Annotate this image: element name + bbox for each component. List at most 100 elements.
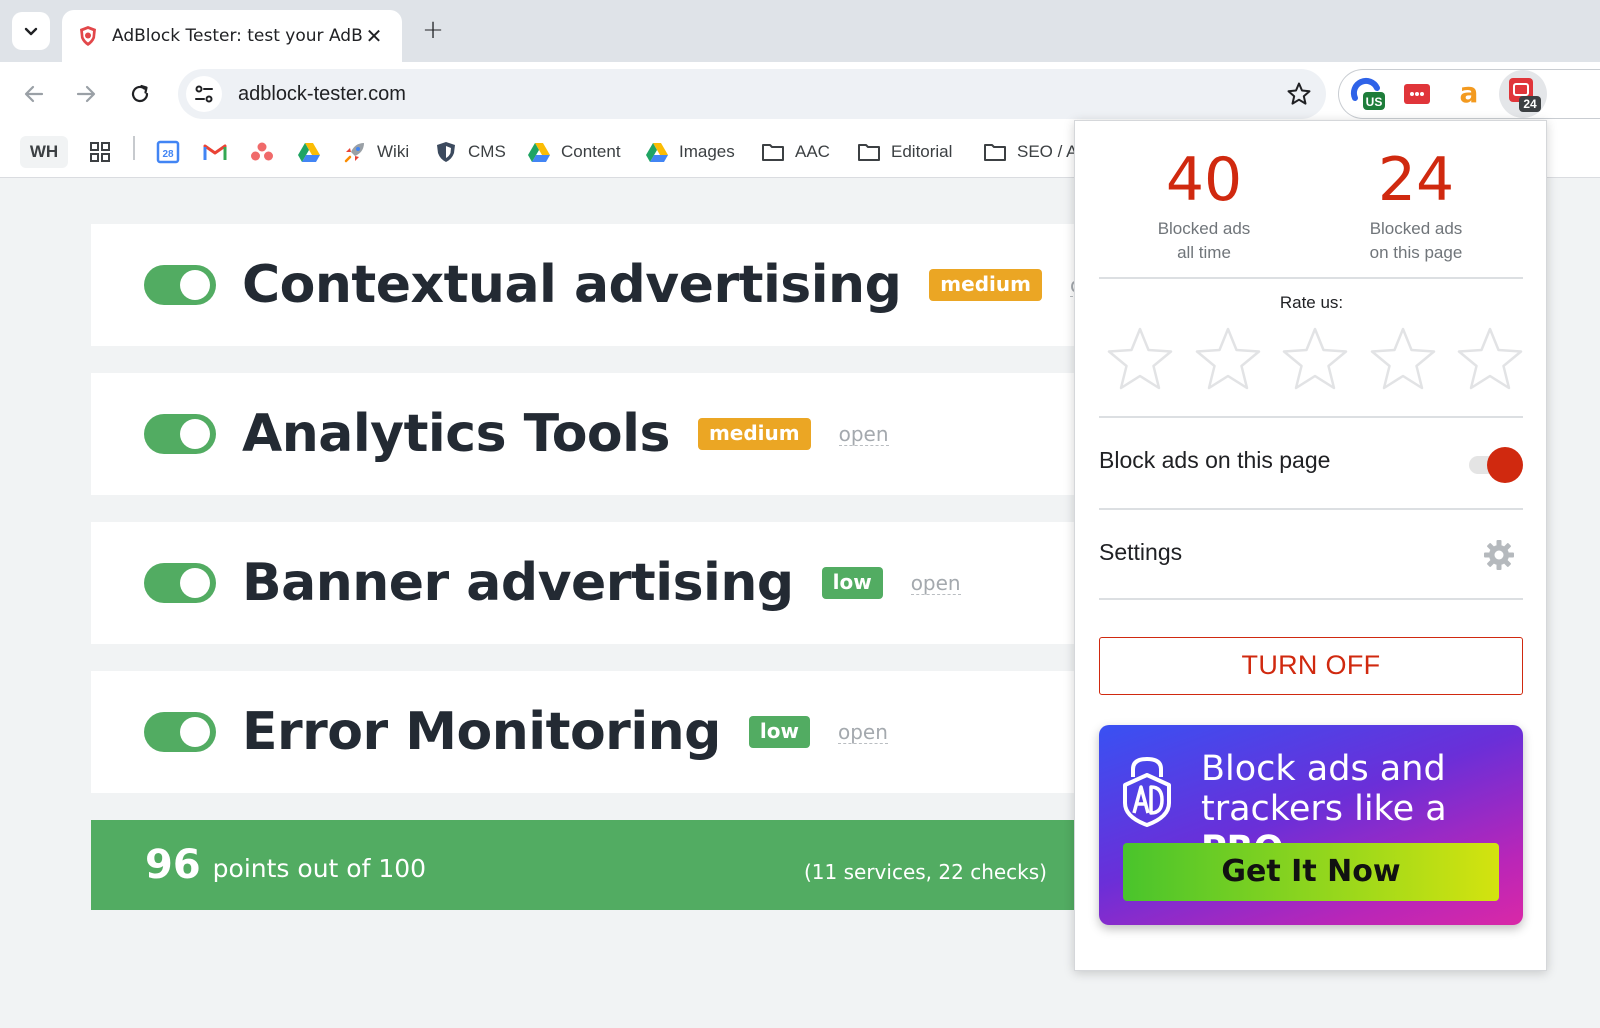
reload-icon [131, 84, 149, 103]
service-title: Banner advertising [242, 553, 794, 613]
folder-icon [983, 140, 1007, 164]
divider [1099, 598, 1523, 600]
gear-icon[interactable] [1483, 539, 1515, 571]
browser-toolbar: adblock-tester.com US a 24 [0, 62, 1600, 126]
bookmark-cms[interactable]: CMS [434, 136, 506, 168]
get-it-now-button[interactable]: Get It Now [1123, 843, 1499, 901]
rate-label: Rate us: [1279, 293, 1344, 312]
stat-value: 24 [1377, 145, 1455, 215]
score-bar: 96 points out of 100 (11 services, 22 ch… [91, 820, 1131, 910]
rocket-icon [343, 140, 367, 164]
open-link[interactable]: open [837, 721, 888, 744]
score-points: 96 [145, 842, 201, 888]
address-bar[interactable]: adblock-tester.com [178, 69, 1326, 119]
bookmark-content[interactable]: Content [527, 136, 621, 168]
forward-button[interactable] [68, 76, 104, 112]
stat-label: all time [1177, 243, 1231, 262]
tune-icon [195, 85, 213, 103]
open-link[interactable]: open [838, 423, 889, 446]
vpn-extension-icon[interactable]: US [1349, 76, 1385, 112]
amazon-extension-icon[interactable]: a [1451, 76, 1487, 112]
arrow-left-icon [24, 85, 44, 103]
bookmark-seo[interactable]: SEO / A [983, 136, 1077, 168]
service-card: Analytics Tools medium open [91, 373, 1131, 495]
pro-promo-banner: Block ads and trackers like a PRO Get It… [1099, 725, 1523, 925]
divider [1099, 508, 1523, 510]
gmail-icon [203, 140, 227, 164]
active-tab[interactable]: AdBlock Tester: test your AdBlocker ✕ [62, 10, 402, 62]
bookmark-star-icon[interactable] [1286, 81, 1312, 111]
divider [1099, 277, 1523, 279]
stat-all-time: 40 Blocked ads all time [1114, 149, 1294, 265]
star-icon[interactable] [1193, 325, 1263, 395]
bookmarks-separator [133, 136, 135, 160]
adblock-popup: 40 Blocked ads all time 24 Blocked ads o… [1074, 120, 1547, 971]
bookmark-label: Wiki [377, 142, 410, 161]
vpn-badge: US [1366, 95, 1383, 109]
stat-this-page: 24 Blocked ads on this page [1326, 149, 1506, 265]
level-badge: low [748, 716, 810, 748]
stat-label: Blocked ads [1369, 219, 1463, 238]
tab-strip: AdBlock Tester: test your AdBlocker ✕ + [0, 0, 1600, 62]
bookmark-label: Editorial [891, 142, 953, 161]
settings-label[interactable]: Settings [1099, 539, 1182, 566]
service-card: Banner advertising low open [91, 522, 1131, 644]
arrow-right-icon [76, 85, 96, 103]
drive-icon [527, 140, 551, 164]
url-text[interactable]: adblock-tester.com [238, 83, 406, 106]
star-icon[interactable] [1105, 325, 1175, 395]
service-toggle[interactable] [144, 265, 216, 305]
chevron-down-icon [24, 27, 38, 36]
reload-button[interactable] [122, 76, 158, 112]
bookmark-wiki[interactable]: Wiki [343, 136, 409, 168]
bookmark-images[interactable]: Images [645, 136, 735, 168]
turn-off-button[interactable]: TURN OFF [1099, 637, 1523, 695]
bookmark-asana[interactable] [250, 136, 284, 168]
star-icon[interactable] [1368, 325, 1438, 395]
service-title: Analytics Tools [242, 404, 670, 464]
block-ads-toggle[interactable] [1469, 447, 1523, 483]
rating-stars [1105, 325, 1525, 395]
site-info-button[interactable] [186, 76, 222, 112]
service-card: Contextual advertising medium open [91, 224, 1131, 346]
tab-title: AdBlock Tester: test your AdBlocker [112, 26, 362, 46]
shield-icon [434, 140, 458, 164]
tab-close-icon[interactable]: ✕ [362, 24, 386, 48]
back-button[interactable] [16, 76, 52, 112]
open-link[interactable]: open [910, 572, 961, 595]
level-badge: medium [929, 269, 1042, 301]
service-title: Contextual advertising [242, 255, 902, 315]
bookmark-editorial[interactable]: Editorial [857, 136, 952, 168]
calendar-icon: 28 [156, 140, 180, 164]
bookmark-gmail[interactable] [203, 136, 237, 168]
level-badge: medium [697, 418, 811, 450]
star-icon[interactable] [1280, 325, 1350, 395]
bookmark-apps[interactable] [88, 136, 122, 168]
apps-grid-icon [88, 140, 112, 164]
service-toggle[interactable] [144, 712, 216, 752]
amazon-glyph: a [1460, 79, 1479, 109]
toggle-thumb [1487, 447, 1523, 483]
extensions-area: US a 24 [1338, 69, 1600, 119]
bookmark-label: Images [679, 142, 735, 161]
bookmark-label: CMS [468, 142, 506, 161]
svg-text:28: 28 [162, 149, 174, 160]
service-toggle[interactable] [144, 414, 216, 454]
bookmark-drive[interactable] [297, 136, 331, 168]
dots-extension-icon[interactable] [1399, 76, 1435, 112]
block-ads-label: Block ads on this page [1099, 447, 1331, 473]
new-tab-button[interactable]: + [416, 14, 450, 48]
divider [1099, 416, 1523, 418]
stat-value: 40 [1165, 145, 1243, 215]
bookmark-aac[interactable]: AAC [761, 136, 830, 168]
bookmark-calendar[interactable]: 28 [156, 136, 190, 168]
stat-label: on this page [1369, 243, 1463, 262]
service-toggle[interactable] [144, 563, 216, 603]
score-detail: (11 services, 22 checks) [804, 860, 1047, 884]
star-icon[interactable] [1455, 325, 1525, 395]
level-badge: low [821, 567, 883, 599]
tab-search-button[interactable] [12, 12, 50, 50]
adblock-extension-icon[interactable]: 24 [1499, 70, 1547, 118]
adblock-favicon-icon [78, 25, 100, 47]
bookmark-wh[interactable]: WH [20, 136, 68, 168]
